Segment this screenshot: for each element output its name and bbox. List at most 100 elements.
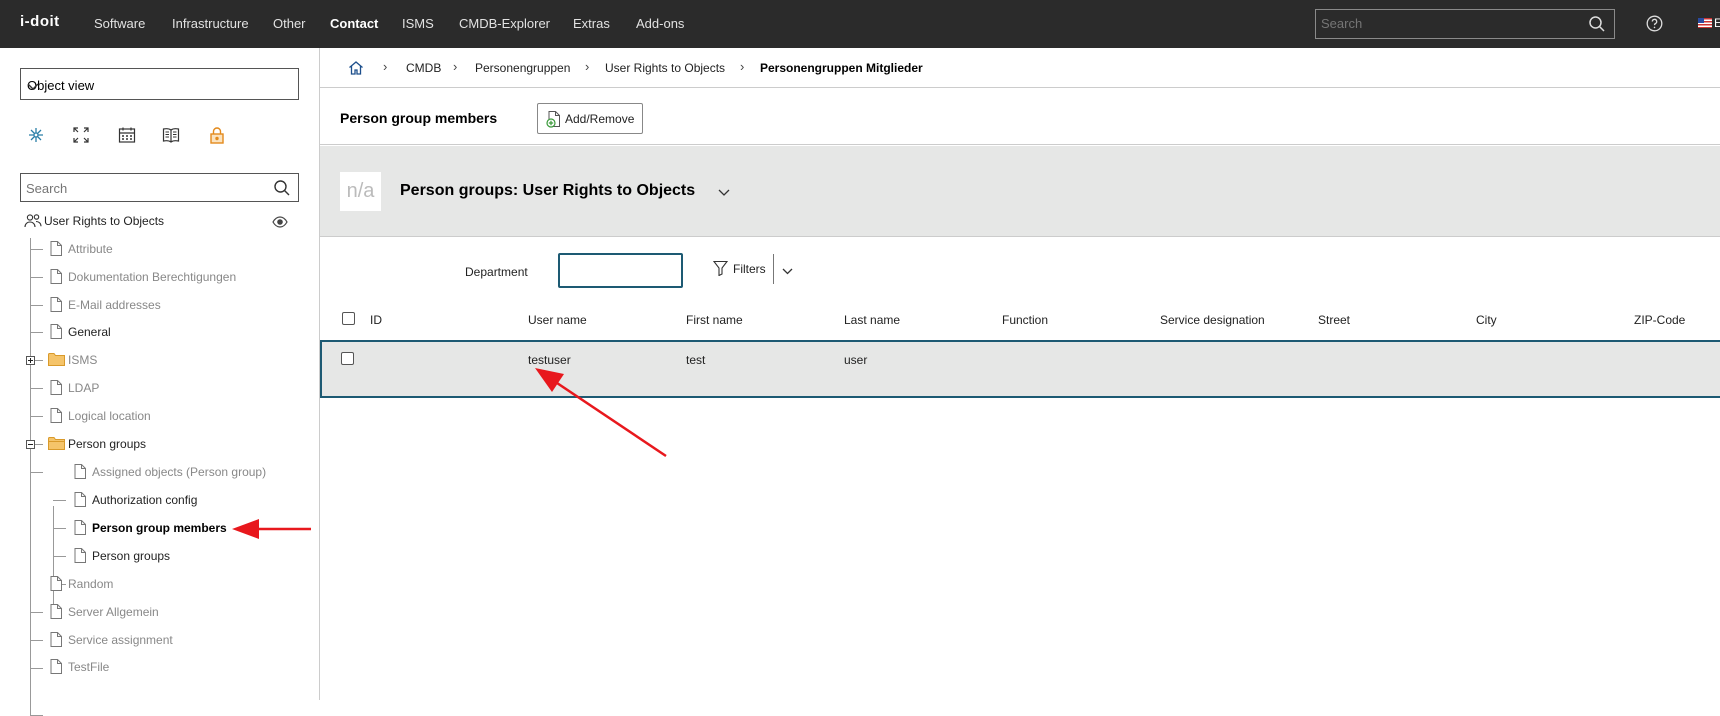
eye-icon[interactable] bbox=[272, 216, 288, 231]
add-document-icon bbox=[546, 111, 562, 131]
document-icon bbox=[50, 408, 62, 426]
cell-user-name[interactable]: testuser bbox=[528, 353, 571, 367]
nav-extras[interactable]: Extras bbox=[573, 16, 610, 31]
nav-add-ons[interactable]: Add-ons bbox=[636, 16, 684, 31]
tree-line bbox=[30, 612, 43, 613]
open-folder-icon bbox=[48, 436, 65, 453]
column-header-city[interactable]: City bbox=[1476, 313, 1497, 327]
search-icon[interactable] bbox=[1588, 15, 1606, 36]
tree-item-label: Person groups bbox=[92, 549, 171, 563]
view-select[interactable]: Object view bbox=[20, 68, 299, 100]
us-flag-icon[interactable] bbox=[1698, 18, 1712, 28]
breadcrumb-personengruppen[interactable]: Personengruppen bbox=[475, 61, 570, 75]
department-label: Department bbox=[465, 265, 528, 279]
column-header-zip-code[interactable]: ZIP-Code bbox=[1634, 313, 1685, 327]
cell-last-name: user bbox=[844, 353, 868, 367]
row-checkbox[interactable] bbox=[341, 352, 354, 365]
table-row[interactable] bbox=[320, 340, 1720, 398]
tree-line bbox=[30, 238, 31, 715]
nav-cmdb-explorer[interactable]: CMDB-Explorer bbox=[459, 16, 550, 31]
person-group-icon bbox=[24, 213, 42, 232]
help-icon[interactable] bbox=[1646, 15, 1663, 35]
cell-first-name: test bbox=[686, 353, 706, 367]
tree-item-label: Server Allgemein bbox=[68, 605, 159, 619]
document-icon bbox=[50, 269, 62, 287]
tree-line bbox=[30, 668, 43, 669]
tree-line bbox=[53, 528, 66, 529]
book-icon[interactable] bbox=[161, 125, 181, 148]
divider bbox=[773, 254, 774, 284]
department-input[interactable] bbox=[558, 253, 683, 288]
tree-line bbox=[30, 305, 43, 306]
nav-infrastructure[interactable]: Infrastructure bbox=[172, 16, 249, 31]
document-icon bbox=[74, 464, 86, 482]
nav-isms[interactable]: ISMS bbox=[402, 16, 434, 31]
document-icon bbox=[50, 380, 62, 398]
breadcrumb-cmdb[interactable]: CMDB bbox=[406, 61, 441, 75]
tree-line bbox=[30, 388, 43, 389]
document-icon bbox=[74, 520, 86, 538]
main-content: › CMDB › Personengruppen › User Rights t… bbox=[320, 48, 1720, 700]
column-header-function[interactable]: Function bbox=[1002, 313, 1048, 327]
collapse-icon[interactable] bbox=[26, 440, 35, 449]
select-all-checkbox[interactable] bbox=[342, 312, 355, 325]
tree-item-label: Assigned objects (Person group) bbox=[92, 465, 267, 479]
search-icon[interactable] bbox=[273, 179, 291, 200]
category-header: Person group members Add/Remove bbox=[320, 89, 1720, 145]
tree-item-label: E-Mail addresses bbox=[68, 298, 161, 312]
chevron-down-icon[interactable] bbox=[718, 186, 730, 200]
calendar-icon[interactable] bbox=[117, 125, 137, 148]
chevron-down-icon[interactable] bbox=[782, 264, 793, 278]
folder-icon bbox=[48, 352, 65, 369]
object-image-placeholder: n/a bbox=[340, 172, 381, 211]
document-icon bbox=[50, 297, 62, 315]
tree-item-label: TestFile bbox=[68, 660, 110, 674]
network-icon[interactable] bbox=[26, 125, 46, 148]
add-remove-button[interactable]: Add/Remove bbox=[537, 103, 643, 134]
breadcrumb-user-rights[interactable]: User Rights to Objects bbox=[605, 61, 725, 75]
tree-line bbox=[53, 506, 54, 612]
chevron-right-icon: › bbox=[585, 59, 590, 74]
tree-line bbox=[53, 500, 66, 501]
tree-item-label: General bbox=[68, 325, 111, 339]
tree-line bbox=[30, 277, 43, 278]
chevron-right-icon: › bbox=[453, 59, 458, 74]
document-icon bbox=[50, 241, 62, 259]
column-header-id[interactable]: ID bbox=[370, 313, 382, 327]
idoit-logo[interactable]: i-doit bbox=[20, 13, 60, 30]
tree-line bbox=[30, 640, 43, 641]
chevron-down-icon bbox=[27, 79, 290, 94]
tree-item-label: Service assignment bbox=[68, 633, 173, 647]
tree-item-label: LDAP bbox=[68, 381, 100, 395]
tree-line bbox=[30, 472, 43, 473]
sidebar-search-input[interactable] bbox=[26, 181, 256, 196]
nav-other[interactable]: Other bbox=[273, 16, 306, 31]
document-icon bbox=[50, 324, 62, 342]
nav-contact[interactable]: Contact bbox=[330, 16, 378, 31]
fullscreen-icon[interactable] bbox=[71, 125, 91, 148]
expand-icon[interactable] bbox=[26, 356, 35, 365]
tree-line bbox=[30, 332, 43, 333]
column-header-user-name[interactable]: User name bbox=[528, 313, 587, 327]
column-header-last-name[interactable]: Last name bbox=[844, 313, 900, 327]
home-icon[interactable] bbox=[348, 60, 364, 79]
column-header-service-designation[interactable]: Service designation bbox=[1160, 313, 1265, 327]
funnel-icon bbox=[712, 260, 729, 279]
language-label[interactable]: E bbox=[1714, 16, 1720, 30]
tree-item-label: Person group members bbox=[92, 521, 227, 535]
filters-label: Filters bbox=[733, 262, 766, 276]
chevron-right-icon: › bbox=[740, 59, 745, 74]
tree-line bbox=[30, 249, 43, 250]
lock-icon[interactable] bbox=[207, 125, 227, 148]
global-search-input[interactable] bbox=[1321, 16, 1571, 31]
sidebar: Object view User Rights to Objects bbox=[0, 48, 320, 716]
document-icon bbox=[50, 604, 62, 622]
column-header-street[interactable]: Street bbox=[1318, 313, 1350, 327]
tree-item-label: Authorization config bbox=[92, 493, 198, 507]
tree-item-label: Logical location bbox=[68, 409, 151, 423]
sidebar-search bbox=[20, 173, 299, 202]
column-header-first-name[interactable]: First name bbox=[686, 313, 743, 327]
document-icon bbox=[74, 492, 86, 510]
object-header: n/a Person groups: User Rights to Object… bbox=[320, 146, 1720, 237]
nav-software[interactable]: Software bbox=[94, 16, 145, 31]
